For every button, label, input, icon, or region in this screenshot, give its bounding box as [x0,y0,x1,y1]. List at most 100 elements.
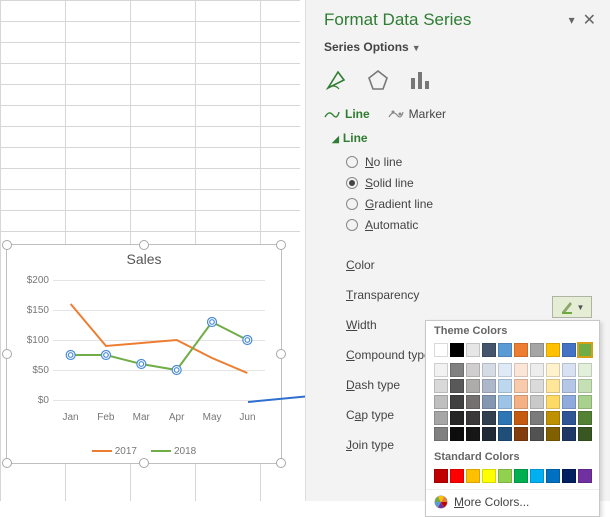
color-swatch[interactable] [546,395,560,409]
color-swatch[interactable] [498,379,512,393]
more-colors-button[interactable]: More Colors... [426,489,599,516]
color-swatch[interactable] [530,427,544,441]
color-swatch[interactable] [562,427,576,441]
y-tick: $150 [19,305,49,316]
chart-plot-area[interactable] [53,280,265,400]
color-swatch[interactable] [530,469,544,483]
color-swatch[interactable] [546,363,560,377]
chevron-down-icon[interactable]: ▼ [412,43,421,53]
color-swatch[interactable] [562,411,576,425]
move-pane-icon[interactable]: ▾ [569,13,583,27]
color-swatch[interactable] [562,469,576,483]
color-swatch[interactable] [482,379,496,393]
color-swatch[interactable] [562,395,576,409]
color-swatch[interactable] [482,343,496,357]
color-swatch[interactable] [530,363,544,377]
effects-icon[interactable] [366,68,390,95]
color-swatch[interactable] [546,469,560,483]
color-swatch[interactable] [498,395,512,409]
color-swatch[interactable] [434,469,448,483]
chart-object[interactable]: Sales $200 $150 $100 $50 $0 Jan Feb Mar … [6,244,282,464]
color-swatch[interactable] [546,343,560,357]
color-swatch[interactable] [578,395,592,409]
color-swatch[interactable] [434,411,448,425]
color-swatch[interactable] [514,395,528,409]
color-swatch[interactable] [498,411,512,425]
color-swatch[interactable] [434,379,448,393]
color-swatch[interactable] [434,363,448,377]
color-swatch[interactable] [482,363,496,377]
theme-tints-grid [426,363,599,447]
radio-automatic[interactable]: Automatic [346,218,596,232]
color-swatch[interactable] [498,343,512,357]
color-swatch[interactable] [466,363,480,377]
color-swatch[interactable] [466,343,480,357]
color-swatch[interactable] [498,427,512,441]
series-options-icon[interactable] [408,68,432,95]
color-swatch[interactable] [578,469,592,483]
color-swatch[interactable] [530,395,544,409]
x-tick: Feb [88,412,123,423]
color-swatch[interactable] [450,343,464,357]
color-swatch[interactable] [546,411,560,425]
color-swatch[interactable] [434,427,448,441]
color-swatch[interactable] [578,411,592,425]
color-swatch[interactable] [450,411,464,425]
close-icon[interactable]: ✕ [583,10,596,30]
color-swatch[interactable] [578,379,592,393]
color-swatch[interactable] [530,343,544,357]
color-swatch[interactable] [498,363,512,377]
series-options-label[interactable]: Series Options [324,40,409,54]
radio-no-line[interactable]: No line [346,155,596,169]
legend-item: 2017 [92,446,137,457]
color-swatch[interactable] [578,343,592,357]
color-swatch[interactable] [450,379,464,393]
color-swatch[interactable] [578,427,592,441]
color-swatch[interactable] [514,427,528,441]
fill-line-icon[interactable] [324,68,348,95]
color-swatch[interactable] [562,363,576,377]
color-swatch[interactable] [546,427,560,441]
tab-marker[interactable]: Marker [388,107,446,121]
y-tick: $50 [19,365,49,376]
x-tick: Mar [124,412,159,423]
color-swatch[interactable] [482,469,496,483]
color-swatch[interactable] [546,379,560,393]
color-swatch[interactable] [498,469,512,483]
color-dropdown-button[interactable]: ▼ [552,296,592,318]
chart-legend[interactable]: 2017 2018 [7,446,281,457]
color-swatch[interactable] [482,411,496,425]
color-swatch[interactable] [434,395,448,409]
color-swatch[interactable] [514,379,528,393]
color-swatch[interactable] [466,395,480,409]
x-axis: Jan Feb Mar Apr May Jun [53,412,265,423]
color-swatch[interactable] [562,343,576,357]
color-swatch[interactable] [530,379,544,393]
color-swatch[interactable] [466,427,480,441]
color-swatch[interactable] [466,411,480,425]
color-swatch[interactable] [434,343,448,357]
chart-title[interactable]: Sales [7,251,281,267]
color-swatch[interactable] [482,395,496,409]
color-swatch[interactable] [514,469,528,483]
color-swatch[interactable] [466,469,480,483]
color-swatch[interactable] [450,363,464,377]
color-swatch[interactable] [466,379,480,393]
color-swatch[interactable] [514,343,528,357]
color-swatch[interactable] [562,379,576,393]
color-swatch[interactable] [514,363,528,377]
standard-colors-label: Standard Colors [426,447,599,467]
color-swatch[interactable] [450,427,464,441]
section-line-header[interactable]: ◢Line [332,131,596,145]
x-tick: Jan [53,412,88,423]
color-swatch[interactable] [530,411,544,425]
y-axis: $200 $150 $100 $50 $0 [19,280,51,400]
color-swatch[interactable] [482,427,496,441]
radio-solid-line[interactable]: Solid line [346,176,596,190]
color-swatch[interactable] [450,395,464,409]
color-swatch[interactable] [514,411,528,425]
color-swatch[interactable] [578,363,592,377]
radio-gradient-line[interactable]: Gradient line [346,197,596,211]
color-swatch[interactable] [450,469,464,483]
tab-line[interactable]: Line [324,107,370,121]
